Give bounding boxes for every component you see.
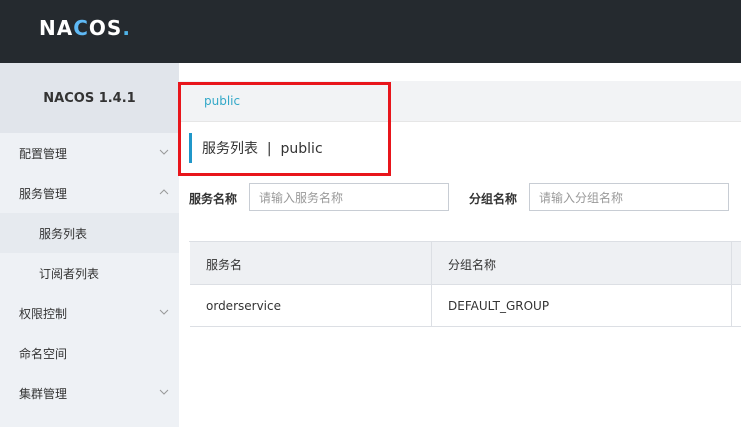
sidebar-item-label: 集群管理	[19, 386, 68, 401]
sidebar-item-access-control[interactable]: 权限控制	[0, 293, 179, 333]
group-name-placeholder: 请输入分组名称	[539, 190, 624, 205]
version-label: NACOS 1.4.1	[0, 63, 179, 133]
cell-service-name: orderservice	[206, 299, 281, 313]
column-header-group-name[interactable]: 分组名称	[448, 256, 496, 273]
column-divider	[731, 285, 732, 327]
sidebar-item-service-management[interactable]: 服务管理	[0, 173, 179, 213]
top-navbar: NACOS.	[0, 0, 741, 63]
sidebar-item-label: 权限控制	[19, 306, 68, 321]
sidebar-item-label: 配置管理	[19, 146, 68, 161]
sidebar-item-label: 服务管理	[19, 186, 68, 201]
sidebar-item-label: 订阅者列表	[39, 266, 100, 281]
chevron-up-icon	[159, 189, 169, 195]
column-divider	[731, 242, 732, 285]
column-header-service-name[interactable]: 服务名	[206, 256, 242, 273]
service-name-label: 服务名称	[189, 192, 238, 206]
chevron-down-icon	[159, 149, 169, 155]
service-name-input[interactable]: 请输入服务名称	[249, 183, 449, 211]
sidebar-item-service-list[interactable]: 服务列表	[0, 213, 179, 253]
sidebar: NACOS 1.4.1 配置管理 服务管理 服务列表 订阅者列表 权限控制 命名…	[0, 63, 179, 427]
group-name-label: 分组名称	[469, 192, 518, 206]
table-row[interactable]: orderservice DEFAULT_GROUP	[190, 285, 741, 327]
sidebar-item-subscriber-list[interactable]: 订阅者列表	[0, 253, 179, 293]
table-header: 服务名 分组名称	[190, 242, 741, 285]
sidebar-item-namespace[interactable]: 命名空间	[0, 333, 179, 373]
column-divider	[431, 242, 432, 285]
service-table: 服务名 分组名称 orderservice DEFAULT_GROUP	[189, 241, 741, 327]
sidebar-item-cluster-management[interactable]: 集群管理	[0, 373, 179, 413]
chevron-down-icon	[159, 389, 169, 395]
sidebar-item-label: 服务列表	[39, 226, 88, 241]
cell-group-name: DEFAULT_GROUP	[448, 299, 550, 313]
logo-text: NACOS.	[39, 16, 131, 40]
column-divider	[431, 285, 432, 327]
group-name-input[interactable]: 请输入分组名称	[529, 183, 729, 211]
service-name-placeholder: 请输入服务名称	[259, 190, 344, 205]
nacos-logo[interactable]: NACOS.	[39, 16, 131, 40]
chevron-down-icon	[159, 309, 169, 315]
sidebar-item-config-management[interactable]: 配置管理	[0, 133, 179, 173]
highlight-annotation-box	[178, 82, 391, 176]
sidebar-item-label: 命名空间	[19, 346, 68, 361]
